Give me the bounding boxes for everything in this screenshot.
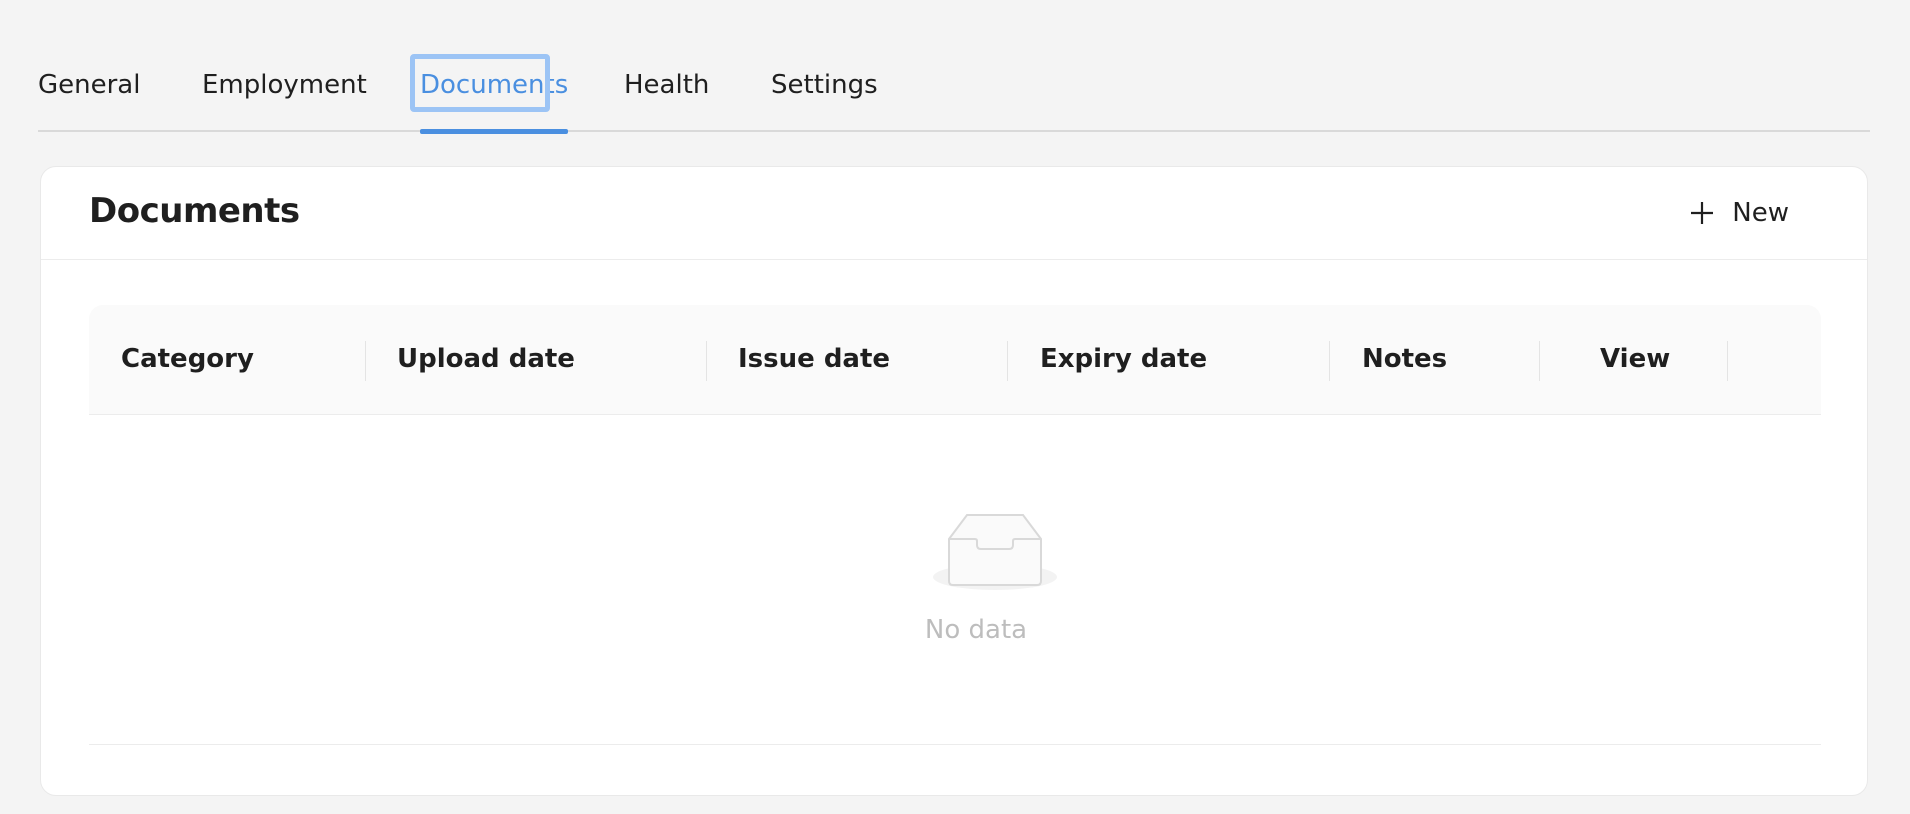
tab-bar: General Employment Documents Health Sett… [38, 54, 1870, 134]
tab-general[interactable]: General [38, 54, 140, 132]
column-separator [1539, 341, 1540, 381]
tab-active-indicator [420, 129, 569, 134]
column-separator [365, 341, 366, 381]
column-header-issue-date: Issue date [738, 344, 891, 374]
column-header-upload-date: Upload date [397, 344, 575, 374]
column-header-expiry-date: Expiry date [1040, 344, 1208, 374]
documents-card: Documents New Category Upload date Issue… [40, 166, 1868, 796]
table-header-row: Category Upload date Issue date Expiry d… [89, 305, 1821, 415]
plus-icon [1691, 202, 1714, 224]
card-title: Documents [89, 191, 300, 231]
column-separator [1007, 341, 1008, 381]
tab-employment[interactable]: Employment [202, 54, 367, 132]
column-separator [1329, 341, 1330, 381]
column-header-view: View [1600, 344, 1671, 374]
tab-focus-ring [410, 54, 550, 112]
new-button-label: New [1732, 198, 1789, 228]
new-document-button[interactable]: New [1690, 193, 1789, 233]
tab-health[interactable]: Health [624, 54, 709, 132]
column-header-category: Category [121, 344, 254, 374]
column-header-notes: Notes [1362, 344, 1448, 374]
tab-settings[interactable]: Settings [771, 54, 878, 132]
documents-table: Category Upload date Issue date Expiry d… [89, 305, 1821, 745]
inbox-empty-icon [933, 514, 1057, 590]
column-separator [706, 341, 707, 381]
empty-state-text: No data [924, 615, 1028, 645]
empty-state: No data [89, 415, 1821, 745]
table-bottom-border [89, 744, 1821, 745]
column-separator [1727, 341, 1728, 381]
tab-documents[interactable]: Documents [410, 54, 569, 134]
card-header: Documents New [41, 167, 1867, 260]
